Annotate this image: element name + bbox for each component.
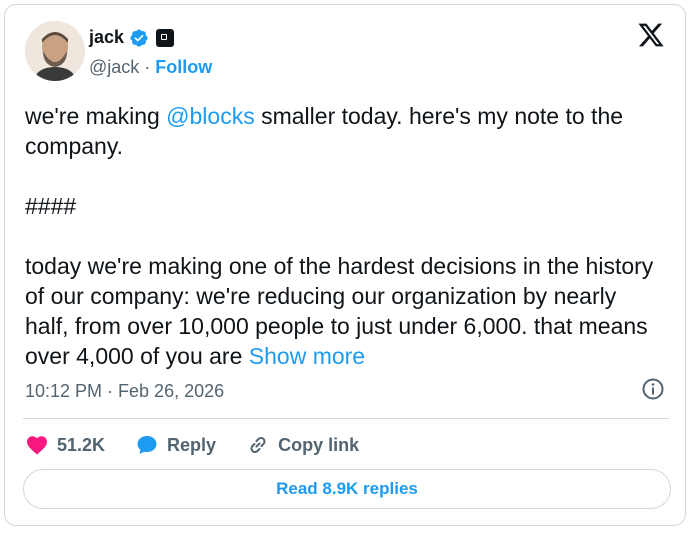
reply-label: Reply [167, 434, 217, 455]
reply-bubble-icon [137, 436, 157, 454]
handle-separator: · [139, 57, 156, 77]
follow-button[interactable]: Follow [155, 57, 212, 77]
handle-row: @jack · Follow [89, 57, 212, 78]
read-replies-button[interactable]: Read 8.9K replies [23, 469, 671, 509]
author-name[interactable]: jack [89, 27, 124, 48]
affiliate-square-icon[interactable] [156, 28, 175, 47]
tweet-paragraph: we're making @blocks smaller today. here… [25, 101, 655, 161]
tweet-card: jack @jack · Follow we're making @blocks… [4, 4, 686, 526]
author-name-row: jack [89, 27, 175, 48]
show-more-link[interactable]: Show more [249, 343, 365, 369]
tweet-paragraph: #### [25, 193, 77, 219]
read-replies-label: Read 8.9K replies [276, 479, 418, 498]
copy-link-button[interactable]: Copy link [246, 433, 359, 457]
tweet-paragraph: today we're making one of the hardest de… [25, 251, 655, 371]
avatar-image [25, 21, 85, 81]
heart-icon [27, 436, 47, 455]
link-icon [250, 436, 266, 454]
tweet-text-segment: we're making [25, 103, 167, 129]
tweet-text: we're making @blocks smaller today. here… [25, 101, 655, 371]
author-handle[interactable]: @jack [89, 57, 139, 77]
verified-badge-icon [130, 28, 148, 47]
mention-link[interactable]: @blocks [166, 103, 255, 129]
action-bar: 51.2K Reply Copy link [25, 429, 389, 461]
info-icon[interactable] [641, 377, 665, 401]
like-button[interactable]: 51.2K [25, 433, 105, 457]
x-logo-icon[interactable] [637, 21, 665, 49]
copy-link-label: Copy link [278, 434, 360, 455]
reply-button[interactable]: Reply [135, 433, 216, 457]
like-count: 51.2K [57, 434, 106, 455]
avatar[interactable] [25, 21, 85, 81]
divider [23, 418, 669, 419]
tweet-timestamp[interactable]: 10:12 PM · Feb 26, 2026 [25, 381, 224, 402]
